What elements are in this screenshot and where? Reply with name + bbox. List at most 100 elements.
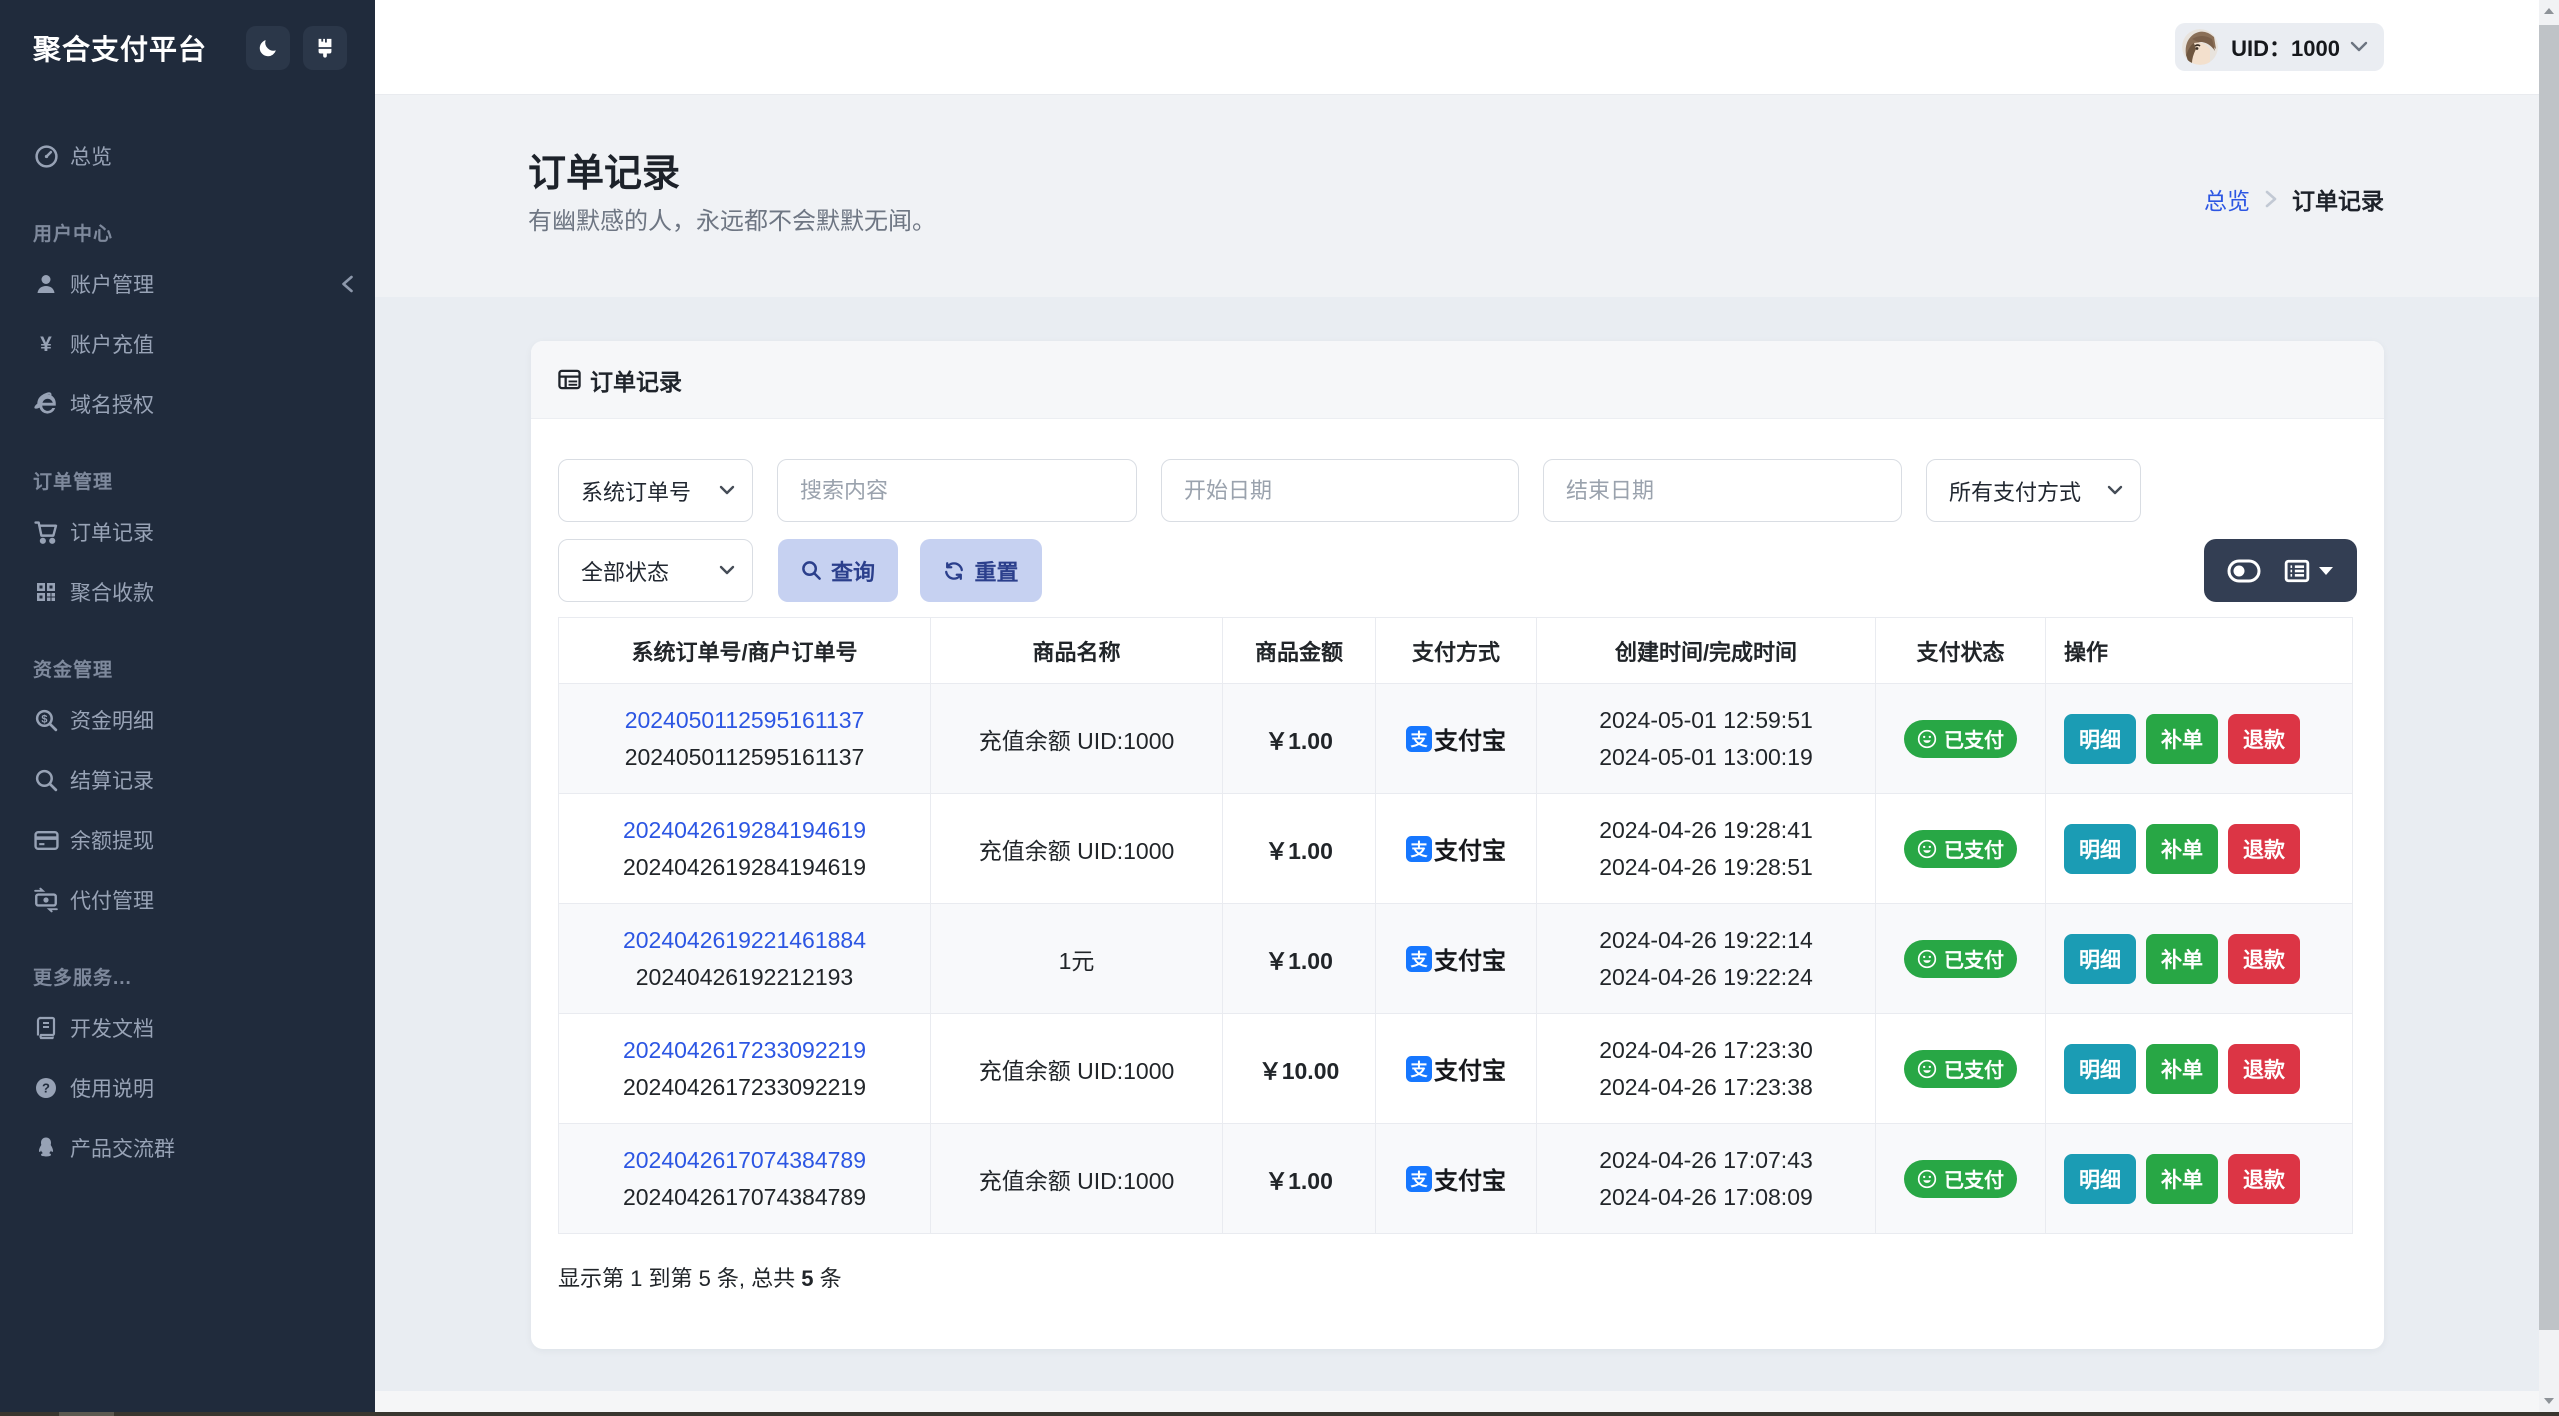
refund-button[interactable]: 退款 [2228, 1043, 2300, 1094]
vertical-scrollbar[interactable] [2539, 0, 2559, 1412]
product-amount: ￥1.00 [1265, 727, 1333, 754]
sidebar-item-label: 聚合收款 [70, 582, 154, 605]
system-order-link[interactable]: 2024050112595161137 [625, 707, 865, 733]
menu-section-label: 资金管理 [33, 659, 114, 681]
start-date-input[interactable] [1184, 477, 1496, 504]
sidebar-item-余额提现[interactable]: 余额提现 [0, 816, 375, 864]
sidebar-item-label: 资金明细 [70, 710, 154, 733]
pay-type-select[interactable]: 所有支付方式 [1926, 459, 2141, 522]
refund-button[interactable]: 退款 [2228, 713, 2300, 764]
detail-button[interactable]: 明细 [2064, 1043, 2136, 1094]
supplement-button[interactable]: 补单 [2146, 823, 2218, 874]
product-amount: ￥1.00 [1265, 947, 1333, 974]
pay-method: 支付宝 [1434, 1168, 1506, 1195]
toggle-fullscreen-button[interactable] [2227, 559, 2261, 583]
chevron-down-icon [719, 565, 735, 576]
book-icon [33, 1015, 59, 1041]
sidebar-item-使用说明[interactable]: ? 使用说明 [0, 1064, 375, 1112]
product-name: 充值余额 UID:1000 [930, 683, 1223, 794]
menu-section-label: 订单管理 [33, 471, 114, 493]
column-header: 支付方式 [1375, 617, 1537, 684]
detail-button[interactable]: 明细 [2064, 713, 2136, 764]
horizontal-scrollbar[interactable] [0, 1412, 2559, 1416]
scroll-down-icon[interactable] [2543, 1397, 2555, 1405]
detail-button[interactable]: 明细 [2064, 1153, 2136, 1204]
end-date-input[interactable] [1566, 477, 1879, 504]
sidebar-menu: 总览 用户中心 账户管理 ¥ 账户充值 域名授权 订单管理 订单记录 聚合收款 资金管理 $ 资金明细… [0, 95, 375, 1184]
search-input[interactable] [800, 477, 1114, 504]
breadcrumb: 总览 订单记录 [2204, 182, 2384, 216]
breadcrumb-home-link[interactable]: 总览 [2204, 182, 2250, 216]
sidebar: 聚合支付平台 总览 用户中心 账户管理 ¥ 账户充值 域名授权 订单管理 订单记录 聚合收款 资金… [0, 0, 375, 1412]
sidebar-item-聚合收款[interactable]: 聚合收款 [0, 568, 375, 616]
dark-mode-button[interactable] [246, 25, 290, 70]
sidebar-item-订单记录[interactable]: 订单记录 [0, 508, 375, 556]
supplement-button[interactable]: 补单 [2146, 713, 2218, 764]
system-order-link[interactable]: 2024042617074384789 [623, 1147, 866, 1173]
product-amount: ￥1.00 [1265, 1167, 1333, 1194]
sidebar-item-代付管理[interactable]: 代付管理 [0, 876, 375, 924]
supplement-button[interactable]: 补单 [2146, 1153, 2218, 1204]
status-badge: 已支付 [1904, 1049, 2017, 1088]
sidebar-item-label: 订单记录 [70, 522, 154, 545]
page-header: 订单记录 有幽默感的人，永远都不会默默无闻。 总览 订单记录 [375, 95, 2539, 297]
merchant-order-no: 2024042617233092219 [622, 1073, 867, 1100]
product-amount: ￥1.00 [1265, 837, 1333, 864]
sidebar-item-label: 使用说明 [70, 1078, 154, 1101]
reset-button[interactable]: 重置 [920, 539, 1042, 602]
product-name: 充值余额 UID:1000 [930, 793, 1223, 904]
credit-card-icon [33, 827, 59, 853]
refund-button[interactable]: 退款 [2228, 1153, 2300, 1204]
sidebar-item-label: 余额提现 [70, 830, 154, 853]
completed-time: 2024-04-26 19:22:24 [1599, 963, 1813, 990]
system-order-link[interactable]: 2024042617233092219 [623, 1037, 866, 1063]
system-order-link[interactable]: 2024042619221461884 [623, 927, 866, 953]
pay-method: 支付宝 [1434, 728, 1506, 755]
alipay-icon: 支 [1406, 835, 1432, 862]
horizontal-scroll-thumb[interactable] [59, 1412, 114, 1416]
supplement-button[interactable]: 补单 [2146, 933, 2218, 984]
completed-time: 2024-04-26 17:23:38 [1599, 1073, 1813, 1100]
sidebar-item-结算记录[interactable]: 结算记录 [0, 756, 375, 804]
status-select[interactable]: 全部状态 [558, 539, 753, 602]
supplement-button[interactable]: 补单 [2146, 1043, 2218, 1094]
theme-skin-button[interactable] [303, 25, 347, 70]
order-row: 2024042617074384789 2024042617074384789 充值… [558, 1123, 2353, 1234]
sidebar-item-账户管理[interactable]: 账户管理 [0, 260, 375, 308]
vertical-scroll-thumb[interactable] [2539, 25, 2559, 1330]
system-order-link[interactable]: 2024042619284194619 [623, 817, 866, 843]
smile-icon [1917, 839, 1944, 859]
completed-time: 2024-04-26 19:28:51 [1599, 853, 1813, 880]
pagination-prefix: 显示第 1 到第 5 条, 总共 [558, 1266, 802, 1291]
svg-text:¥: ¥ [40, 333, 52, 356]
column-header: 创建时间/完成时间 [1536, 617, 1876, 684]
detail-button[interactable]: 明细 [2064, 933, 2136, 984]
sidebar-item-域名授权[interactable]: 域名授权 [0, 380, 375, 428]
columns-menu-button[interactable] [2284, 558, 2334, 584]
sidebar-item-label: 结算记录 [70, 770, 154, 793]
status-badge: 已支付 [1904, 719, 2017, 758]
order-row: 2024042619221461884 20240426192212193 1元 ￥1… [558, 903, 2353, 1014]
scroll-up-icon[interactable] [2543, 7, 2555, 15]
chevron-left-icon [340, 274, 355, 294]
sidebar-item-资金明细[interactable]: $ 资金明细 [0, 696, 375, 744]
svg-text:支: 支 [1411, 949, 1429, 969]
order-type-value: 系统订单号 [581, 479, 692, 505]
sidebar-item-产品交流群[interactable]: 产品交流群 [0, 1124, 375, 1172]
sidebar-item-账户充值[interactable]: ¥ 账户充值 [0, 320, 375, 368]
order-type-select[interactable]: 系统订单号 [558, 459, 753, 522]
sidebar-item-总览[interactable]: 总览 [0, 132, 375, 180]
brand-title: 聚合支付平台 [33, 33, 208, 65]
sidebar-item-开发文档[interactable]: 开发文档 [0, 1004, 375, 1052]
column-header: 商品名称 [930, 617, 1223, 684]
svg-text:?: ? [42, 1081, 50, 1096]
yen-icon: ¥ [33, 331, 59, 357]
refund-button[interactable]: 退款 [2228, 823, 2300, 874]
toggle-icon [2227, 559, 2261, 583]
avatar [2182, 29, 2219, 65]
smile-icon [1917, 729, 1944, 749]
query-button[interactable]: 查询 [778, 539, 898, 602]
refund-button[interactable]: 退款 [2228, 933, 2300, 984]
detail-button[interactable]: 明细 [2064, 823, 2136, 874]
user-menu[interactable]: UID：1000 [2175, 23, 2384, 71]
